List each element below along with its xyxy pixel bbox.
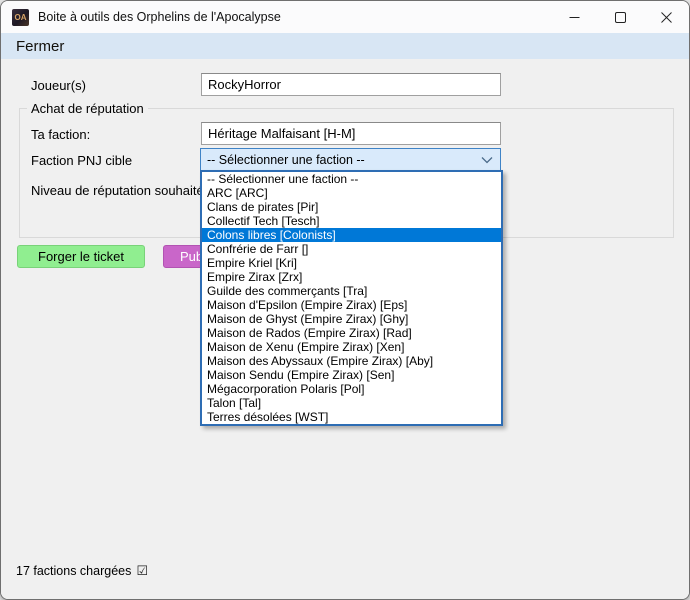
dropdown-option[interactable]: Colons libres [Colonists] [202, 228, 501, 242]
dropdown-option[interactable]: ARC [ARC] [202, 186, 501, 200]
close-icon [661, 12, 672, 23]
target-faction-combobox[interactable]: -- Sélectionner une faction -- [200, 148, 501, 171]
dropdown-option[interactable]: Maison de Ghyst (Empire Zirax) [Ghy] [202, 312, 501, 326]
title-bar: OA Boite à outils des Orphelins de l'Apo… [1, 1, 689, 33]
dropdown-option[interactable]: Maison de Xenu (Empire Zirax) [Xen] [202, 340, 501, 354]
dropdown-option[interactable]: Talon [Tal] [202, 396, 501, 410]
dropdown-option[interactable]: Guilde des commerçants [Tra] [202, 284, 501, 298]
reputation-level-label: Niveau de réputation souhaité [31, 183, 204, 198]
dropdown-option[interactable]: Collectif Tech [Tesch] [202, 214, 501, 228]
menu-item-fermer[interactable]: Fermer [10, 38, 70, 55]
dropdown-option[interactable]: Terres désolées [WST] [202, 410, 501, 424]
players-input[interactable]: RockyHorror [201, 73, 501, 96]
players-label: Joueur(s) [31, 78, 86, 93]
your-faction-label: Ta faction: [31, 127, 90, 142]
dropdown-option[interactable]: Maison de Rados (Empire Zirax) [Rad] [202, 326, 501, 340]
faction-dropdown-list: -- Sélectionner une faction --ARC [ARC]C… [200, 170, 503, 426]
forge-ticket-button[interactable]: Forger le ticket [17, 245, 145, 268]
dropdown-option[interactable]: Maison d'Epsilon (Empire Zirax) [Eps] [202, 298, 501, 312]
menu-bar: Fermer [1, 33, 689, 59]
status-bar: 17 factions chargées ☑ [16, 563, 148, 579]
dropdown-option[interactable]: Confrérie de Farr [] [202, 242, 501, 256]
combobox-value: -- Sélectionner une faction -- [207, 153, 365, 167]
maximize-button[interactable] [597, 1, 643, 33]
chevron-down-icon [481, 156, 493, 164]
dropdown-option[interactable]: Empire Zirax [Zrx] [202, 270, 501, 284]
minimize-icon [569, 12, 580, 23]
app-window: OA Boite à outils des Orphelins de l'Apo… [0, 0, 690, 600]
your-faction-input[interactable]: Héritage Malfaisant [H-M] [201, 122, 501, 145]
forge-button-label: Forger le ticket [38, 249, 124, 264]
close-button[interactable] [643, 1, 689, 33]
caption-buttons [551, 1, 689, 33]
checked-checkbox-icon[interactable]: ☑ [136, 563, 148, 579]
dropdown-option[interactable]: Empire Kriel [Kri] [202, 256, 501, 270]
dropdown-option[interactable]: Clans de pirates [Pir] [202, 200, 501, 214]
dropdown-option[interactable]: Maison Sendu (Empire Zirax) [Sen] [202, 368, 501, 382]
status-text: 17 factions chargées [16, 564, 131, 578]
client-area: Joueur(s) RockyHorror Achat de réputatio… [1, 59, 689, 599]
dropdown-option[interactable]: -- Sélectionner une faction -- [202, 172, 501, 186]
window-title: Boite à outils des Orphelins de l'Apocal… [38, 10, 281, 24]
maximize-icon [615, 12, 626, 23]
minimize-button[interactable] [551, 1, 597, 33]
app-icon: OA [12, 9, 29, 26]
groupbox-title: Achat de réputation [27, 101, 148, 116]
target-faction-label: Faction PNJ cible [31, 153, 132, 168]
dropdown-option[interactable]: Mégacorporation Polaris [Pol] [202, 382, 501, 396]
dropdown-option[interactable]: Maison des Abyssaux (Empire Zirax) [Aby] [202, 354, 501, 368]
